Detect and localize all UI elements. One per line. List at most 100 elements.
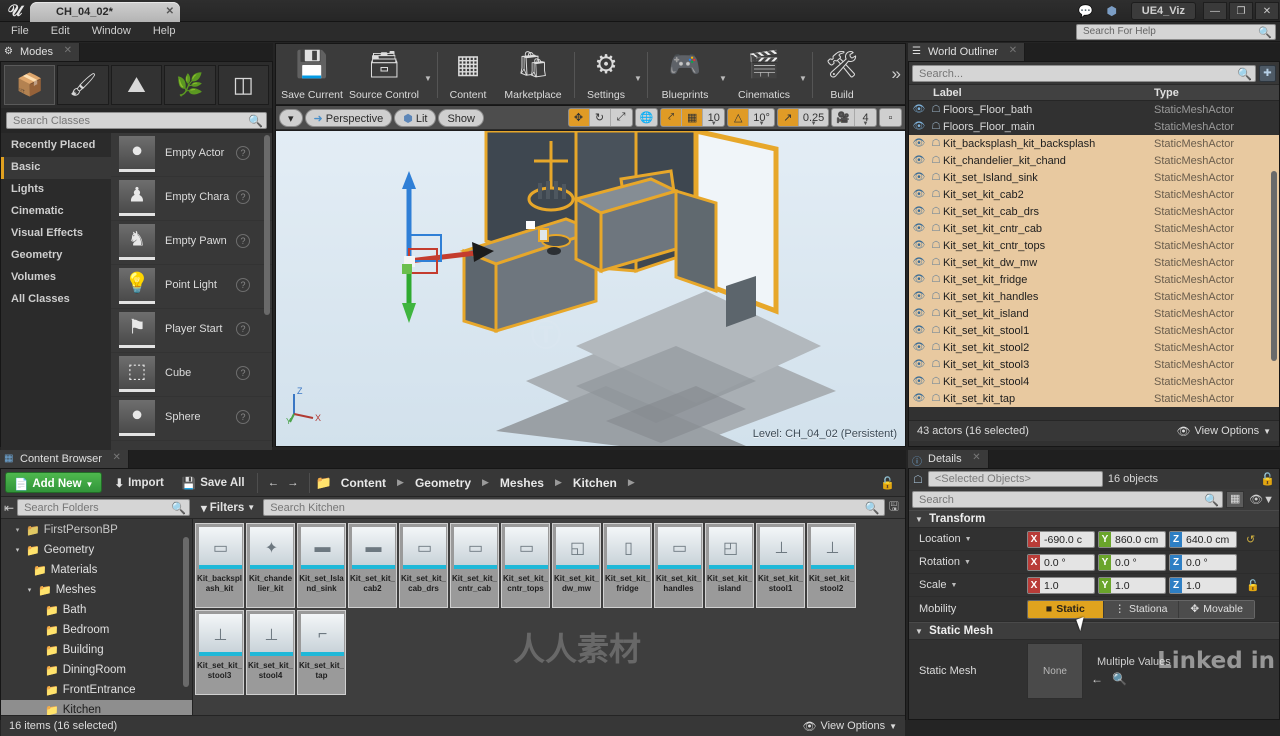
visibility-eye-icon[interactable]: 👁 [909,104,929,115]
breadcrumb-geometry[interactable]: Geometry [412,476,474,490]
visibility-eye-icon[interactable]: 👁 [909,138,929,149]
search-folders-input[interactable]: Search Folders 🔍 [17,499,190,516]
table-row[interactable]: 👁 ☖ Floors_Floor_bath StaticMeshActor [909,101,1279,118]
asset-tile[interactable]: ▭ Kit_set_kit_handles [654,523,703,608]
find-in-content-browser-icon[interactable]: 🔍 [1112,672,1127,686]
minimize-button[interactable]: — [1203,2,1227,20]
menu-file[interactable]: File [0,22,40,40]
collapse-folders-icon[interactable]: ⇤ [4,501,14,515]
place-list-scrollbar[interactable] [264,135,270,315]
visibility-eye-icon[interactable]: 👁 [909,206,929,217]
asset-tile[interactable]: ✦ Kit_chandelier_kit [246,523,295,608]
table-row[interactable]: 👁 ☖ Kit_set_kit_island StaticMeshActor [909,305,1279,322]
visibility-eye-icon[interactable]: 👁 [909,223,929,234]
list-item[interactable]: ⬚ Cube ? [111,353,272,397]
help-icon[interactable]: ? [236,146,250,160]
cinematics-caret-icon[interactable]: ▼ [799,74,809,103]
tab-details-close-icon[interactable]: ✕ [972,452,980,463]
help-icon[interactable]: ? [236,366,250,380]
table-row[interactable]: 👁 ☖ Floors_Floor_main StaticMeshActor [909,118,1279,135]
maximize-viewport-button[interactable]: ▫ [879,108,902,127]
grid-size-value[interactable]: 10 ▼ [703,109,724,127]
level-viewport[interactable]: ▾ ➜ Perspective ⬢ Lit Show ✥ ↻ ⤢ 🌐 ⤤ ▦ 1… [275,105,906,447]
blueprints-button[interactable]: 🎮 Blueprints [651,47,719,103]
table-row[interactable]: 👁 ☖ Kit_set_Island_sink StaticMeshActor [909,169,1279,186]
asset-tile[interactable]: ⊥ Kit_set_kit_stool4 [246,610,295,695]
asset-tile[interactable]: ▬ Kit_set_Island_sink [297,523,346,608]
tab-details[interactable]: ⓘ Details ✕ [908,450,989,468]
table-row[interactable]: 👁 ☖ Kit_set_kit_dw_mw StaticMeshActor [909,254,1279,271]
folder-bath[interactable]: 📁 Bath [1,600,192,620]
folder-materials[interactable]: 📁 Materials [1,560,192,580]
folder-kitchen[interactable]: 📁 Kitchen [1,700,192,715]
asset-tile[interactable]: ▬ Kit_set_kit_cab2 [348,523,397,608]
chevron-down-icon[interactable]: ▼ [965,536,972,543]
location-z-field[interactable]: Z 640.0 cm [1169,530,1237,548]
source-control-caret-icon[interactable]: ▼ [424,74,434,103]
folder-building[interactable]: 📁 Building [1,640,192,660]
build-button[interactable]: 🛠 Build [816,47,868,103]
scale-snap-toggle[interactable]: ↗ [777,109,799,126]
list-item[interactable]: ● Sphere ? [111,397,272,441]
column-label[interactable]: Label [909,87,1154,99]
table-row[interactable]: 👁 ☖ Kit_set_kit_cab2 StaticMeshActor [909,186,1279,203]
camera-speed-icon[interactable]: 🎥 [832,109,855,126]
content-browser-view-options-button[interactable]: 👁 View Options ▼ [803,720,898,733]
tab-content-browser[interactable]: ▦ Content Browser ✕ [0,450,129,468]
table-row[interactable]: 👁 ☖ Kit_set_kit_stool1 StaticMeshActor [909,322,1279,339]
breadcrumb-meshes[interactable]: Meshes [497,476,547,490]
category-visual-effects[interactable]: Visual Effects [1,223,111,245]
rotation-y-field[interactable]: Y 0.0 ° [1098,553,1166,571]
marketplace-button[interactable]: 🛍 Marketplace [495,47,571,103]
view-mode-perspective-button[interactable]: ➜ Perspective [304,108,393,127]
asset-tile[interactable]: ▭ Kit_set_kit_cntr_tops [501,523,550,608]
chat-icon[interactable]: 💬 [1075,2,1097,20]
help-icon[interactable]: ? [236,190,250,204]
asset-tile[interactable]: ▭ Kit_set_kit_cntr_cab [450,523,499,608]
table-row[interactable]: 👁 ☖ Kit_set_kit_stool4 StaticMeshActor [909,373,1279,390]
visibility-eye-icon[interactable]: 👁 [909,257,929,268]
viewport-options-menu[interactable]: ▾ [279,108,303,127]
folder-bedroom[interactable]: 📁 Bedroom [1,620,192,640]
transform-section-header[interactable]: ▼ Transform [909,510,1279,528]
visibility-eye-icon[interactable]: 👁 [909,121,929,132]
scale-z-field[interactable]: Z 1.0 [1169,576,1237,594]
settings-caret-icon[interactable]: ▼ [634,74,644,103]
help-icon[interactable]: ? [236,234,250,248]
lock-icon[interactable]: 🔓 [880,476,901,490]
table-row[interactable]: 👁 ☖ Kit_set_kit_tap StaticMeshActor [909,390,1279,407]
table-row[interactable]: 👁 ☖ Kit_set_kit_cntr_tops StaticMeshActo… [909,237,1279,254]
visibility-eye-icon[interactable]: 👁 [909,325,929,336]
viewport-3d-scene[interactable]: Z X Y Level: CH_04_02 (Persistent) Ⓣ [276,131,905,446]
asset-tile[interactable]: ▭ Kit_backsplash_kit [195,523,244,608]
add-actor-button[interactable]: ✚ [1259,64,1276,82]
tab-content-browser-close-icon[interactable]: ✕ [113,452,121,463]
help-icon[interactable]: ? [236,410,250,424]
nav-back-button[interactable]: ← [268,477,280,489]
table-row[interactable]: 👁 ☖ Kit_set_kit_stool3 StaticMeshActor [909,356,1279,373]
foliage-mode-button[interactable]: 🌿 [164,65,216,105]
source-control-button[interactable]: 🗃 Source Control [344,47,424,103]
search-classes-input[interactable]: Search Classes 🔍 [6,112,267,129]
column-type[interactable]: Type [1154,87,1279,99]
blueprints-caret-icon[interactable]: ▼ [719,74,729,103]
tab-modes[interactable]: ⚙ Modes ✕ [0,43,81,61]
content-button[interactable]: ▦ Content [441,47,495,103]
place-mode-button[interactable]: 📦 [4,65,56,105]
lock-icon[interactable]: 🔓 [1260,472,1275,486]
category-lights[interactable]: Lights [1,179,111,201]
category-basic[interactable]: Basic [1,157,111,179]
asset-tile[interactable]: ▯ Kit_set_kit_fridge [603,523,652,608]
visibility-eye-icon[interactable]: 👁 [909,342,929,353]
breadcrumb-content[interactable]: Content [338,476,389,490]
scale-lock-icon[interactable]: 🔓 [1246,579,1260,592]
chevron-down-icon[interactable]: ▼ [964,559,971,566]
breadcrumb-kitchen[interactable]: Kitchen [570,476,620,490]
list-item[interactable]: ⚑ Player Start ? [111,309,272,353]
show-menu-button[interactable]: Show [438,108,484,127]
cinematics-button[interactable]: 🎬 Cinematics [729,47,799,103]
rotation-x-field[interactable]: X 0.0 ° [1027,553,1095,571]
asset-tile[interactable]: ⊥ Kit_set_kit_stool3 [195,610,244,695]
category-cinematic[interactable]: Cinematic [1,201,111,223]
toolbar-overflow-icon[interactable]: » [892,64,901,84]
